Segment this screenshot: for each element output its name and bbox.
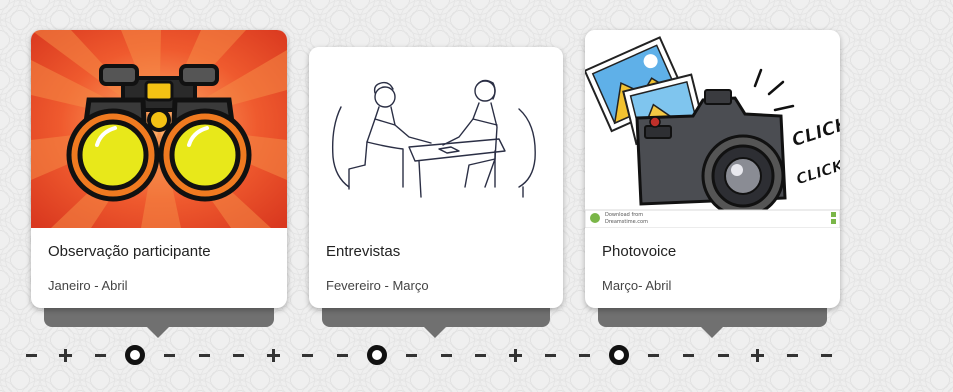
timeline-dash-mark — [440, 353, 452, 357]
interview-sketch-icon — [309, 47, 563, 207]
binoculars-icon — [31, 30, 287, 228]
timeline-dash-mark — [233, 353, 245, 357]
card-pointer-arrow — [701, 327, 723, 338]
binoculars-image — [31, 30, 287, 228]
card-date: Março- Abril — [602, 278, 672, 293]
timeline-plus-mark — [751, 348, 765, 362]
timeline-node-dot[interactable] — [609, 345, 630, 365]
timeline-card-2[interactable]: Entrevistas Fevereiro - Março — [309, 47, 563, 340]
card[interactable]: Observação participante Janeiro - Abril — [31, 30, 287, 308]
timeline-card-3[interactable]: CLICK CLICK Download from Dreamstime.com… — [585, 30, 840, 340]
timeline-track — [0, 340, 953, 370]
timeline-dash-mark — [821, 353, 833, 357]
card-pointer-bar — [322, 305, 550, 327]
camera-icon: CLICK CLICK Download from Dreamstime.com — [585, 30, 840, 228]
timeline-dash-mark — [786, 353, 798, 357]
timeline-card-1[interactable]: Observação participante Janeiro - Abril — [31, 30, 287, 340]
timeline-dash-mark — [544, 353, 556, 357]
timeline-node-dot[interactable] — [367, 345, 387, 365]
timeline-dash-mark — [717, 353, 729, 357]
card[interactable]: CLICK CLICK Download from Dreamstime.com… — [585, 30, 840, 308]
timeline-dash-mark — [406, 353, 418, 357]
timeline-dash-mark — [163, 353, 175, 357]
timeline-dash-mark — [648, 353, 660, 357]
card-title: Entrevistas — [326, 243, 401, 260]
card-title: Observação participante — [48, 243, 211, 260]
timeline-dash-mark — [198, 353, 210, 357]
timeline-dash-mark — [336, 353, 348, 357]
timeline-node-dot[interactable] — [124, 345, 145, 365]
card-pointer-bar — [44, 305, 274, 327]
timeline-plus-mark — [266, 348, 280, 362]
watermark-text: Dreamstime.com — [605, 219, 648, 225]
card-pointer-arrow — [147, 327, 169, 338]
timeline-dash-mark — [94, 353, 106, 357]
card-title: Photovoice — [602, 243, 677, 260]
timeline-dash-mark — [25, 353, 37, 357]
timeline-dash-mark — [682, 353, 694, 357]
card-pointer-arrow — [424, 327, 446, 338]
timeline-plus-mark — [508, 348, 522, 362]
watermark-text: Download from — [605, 212, 643, 218]
interview-sketch-image — [309, 47, 563, 207]
camera-photos-image: CLICK CLICK Download from Dreamstime.com — [585, 30, 840, 228]
card-date: Fevereiro - Março — [326, 278, 429, 293]
timeline-plus-mark — [59, 348, 73, 362]
timeline-dash-mark — [302, 353, 314, 357]
timeline-dash-mark — [579, 353, 591, 357]
card[interactable]: Entrevistas Fevereiro - Março — [309, 47, 563, 308]
timeline-dash-mark — [475, 353, 487, 357]
card-date: Janeiro - Abril — [48, 278, 128, 293]
card-pointer-bar — [598, 305, 827, 327]
